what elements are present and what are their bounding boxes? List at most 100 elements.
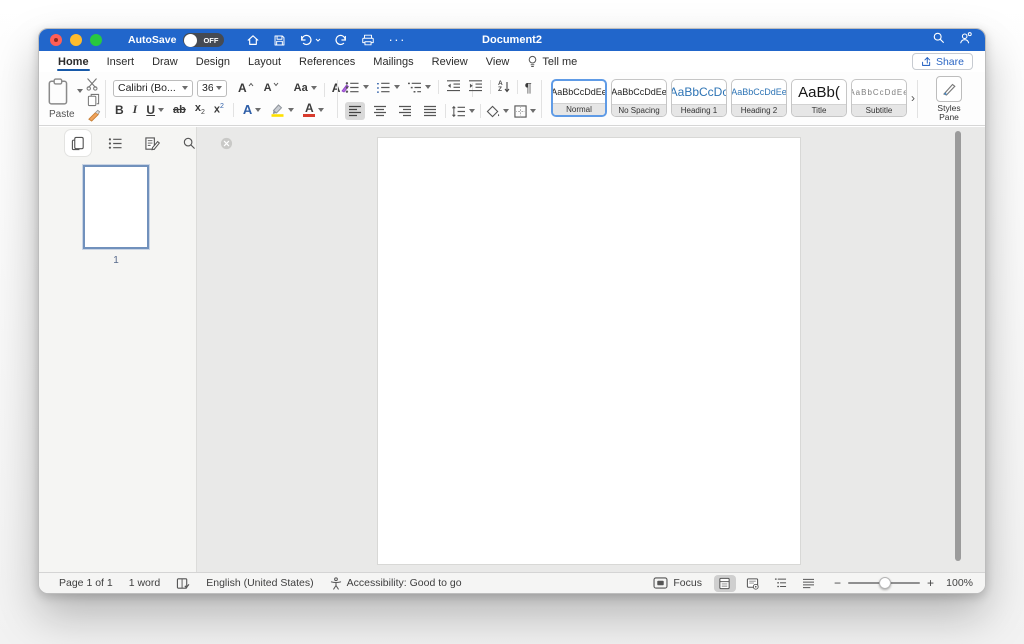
- font-name-value: Calibri (Bo...: [118, 82, 179, 94]
- more-commands-icon[interactable]: ···: [388, 35, 406, 45]
- tab-insert[interactable]: Insert: [98, 51, 144, 72]
- focus-button[interactable]: Focus: [653, 577, 702, 589]
- underline-chevron: [158, 108, 164, 112]
- print-layout-view-button[interactable]: [714, 575, 736, 592]
- tab-tell-me[interactable]: Tell me: [518, 51, 586, 72]
- draft-view-button[interactable]: [798, 575, 820, 592]
- undo-dropdown-chevron: [315, 38, 321, 43]
- page-status[interactable]: Page 1 of 1: [59, 577, 113, 589]
- undo-icon[interactable]: [299, 33, 321, 47]
- zoom-percentage[interactable]: 100%: [941, 577, 973, 589]
- style-heading-2[interactable]: AaBbCcDdEe Heading 2: [731, 79, 787, 117]
- tab-home[interactable]: Home: [49, 51, 98, 72]
- underline-button[interactable]: U: [146, 103, 164, 117]
- line-spacing-button[interactable]: [451, 105, 475, 118]
- paste-dropdown-chevron[interactable]: [77, 89, 83, 93]
- align-right-button[interactable]: [395, 102, 415, 120]
- print-icon[interactable]: [361, 33, 375, 47]
- proofing-status[interactable]: [176, 577, 190, 590]
- comments-pane-tab[interactable]: [139, 130, 165, 156]
- accessibility-status[interactable]: Accessibility: Good to go: [330, 577, 462, 590]
- share-button[interactable]: Share: [912, 53, 973, 70]
- zoom-slider[interactable]: [848, 582, 920, 584]
- outline-view-button[interactable]: [770, 575, 792, 592]
- search-icon[interactable]: [932, 31, 945, 49]
- highlight-button[interactable]: [270, 102, 294, 117]
- group-divider: [541, 80, 542, 118]
- italic-button[interactable]: I: [133, 102, 138, 117]
- format-painter-icon[interactable]: [87, 108, 101, 125]
- borders-button[interactable]: [514, 105, 536, 118]
- bold-button[interactable]: B: [115, 103, 124, 117]
- home-icon[interactable]: [246, 33, 260, 47]
- zoom-window-button[interactable]: [90, 34, 102, 46]
- style-title[interactable]: AaBb( Title: [791, 79, 847, 117]
- decrease-indent-button[interactable]: [446, 79, 461, 95]
- tab-design[interactable]: Design: [187, 51, 239, 72]
- tab-review[interactable]: Review: [423, 51, 477, 72]
- grow-font-button[interactable]: A: [235, 79, 257, 97]
- minimize-button[interactable]: [70, 34, 82, 46]
- text-effects-button[interactable]: A: [243, 102, 261, 117]
- strikethrough-button[interactable]: ab: [173, 104, 186, 116]
- font-color-button[interactable]: A: [303, 103, 324, 117]
- shading-chevron: [503, 109, 509, 113]
- style-no-spacing[interactable]: AaBbCcDdEe No Spacing: [611, 79, 667, 117]
- change-case-button[interactable]: Aa: [291, 79, 320, 97]
- shrink-font-button[interactable]: A: [261, 79, 282, 97]
- thumbnails-pane-tab[interactable]: [65, 130, 91, 156]
- bullets-button[interactable]: [345, 81, 369, 94]
- sort-arrow-icon: [504, 81, 510, 93]
- redo-icon[interactable]: [334, 33, 348, 47]
- justify-icon: [423, 105, 437, 117]
- tab-references[interactable]: References: [290, 51, 364, 72]
- titlebar: AutoSave OFF ··· Document2: [39, 29, 985, 51]
- justify-button[interactable]: [420, 102, 440, 120]
- style-normal[interactable]: AaBbCcDdEe Normal: [551, 79, 607, 117]
- tell-me-label: Tell me: [542, 56, 577, 68]
- web-layout-icon: [746, 577, 759, 590]
- language-status[interactable]: English (United States): [206, 577, 313, 589]
- shading-button[interactable]: [486, 105, 509, 118]
- zoom-in-button[interactable]: +: [927, 576, 934, 590]
- line-spacing-icon: [451, 105, 466, 118]
- ribbon: Paste Calibri (Bo... 36 A: [39, 72, 985, 126]
- subscript-button[interactable]: x2: [195, 102, 205, 116]
- zoom-out-button[interactable]: −: [834, 576, 841, 590]
- show-marks-button[interactable]: ¶: [525, 80, 532, 95]
- save-icon[interactable]: [273, 34, 286, 47]
- web-layout-view-button[interactable]: [742, 575, 764, 592]
- tab-layout[interactable]: Layout: [239, 51, 290, 72]
- increase-indent-button[interactable]: [468, 79, 483, 95]
- close-button[interactable]: [50, 34, 62, 46]
- style-heading-1[interactable]: AaBbCcDc Heading 1: [671, 79, 727, 117]
- tab-view[interactable]: View: [477, 51, 519, 72]
- styles-pane-button[interactable]: Styles Pane: [923, 76, 975, 122]
- share-contact-icon[interactable]: [959, 31, 973, 50]
- headings-pane-tab[interactable]: [102, 130, 128, 156]
- autosave-toggle[interactable]: OFF: [183, 33, 224, 47]
- cut-icon[interactable]: [85, 77, 100, 94]
- tab-draw[interactable]: Draw: [143, 51, 187, 72]
- vertical-scrollbar[interactable]: [955, 131, 961, 561]
- align-left-button[interactable]: [345, 102, 365, 120]
- paste-button[interactable]: Paste: [47, 77, 103, 123]
- numbering-button[interactable]: [376, 81, 400, 94]
- style-subtitle[interactable]: AaBbCcDdEe Subtitle: [851, 79, 907, 117]
- multilevel-list-button[interactable]: [407, 81, 431, 94]
- autosave-label: AutoSave: [128, 34, 176, 46]
- page-thumbnail[interactable]: [83, 165, 149, 249]
- close-sidebar-button[interactable]: [213, 130, 239, 156]
- tab-mailings[interactable]: Mailings: [364, 51, 422, 72]
- document-page[interactable]: [378, 138, 800, 564]
- proofing-icon: [176, 577, 190, 590]
- zoom-slider-thumb[interactable]: [879, 577, 891, 589]
- sort-button[interactable]: AZ: [498, 81, 510, 93]
- superscript-button[interactable]: x2: [214, 103, 224, 116]
- font-size-combo[interactable]: 36: [197, 80, 227, 97]
- font-name-combo[interactable]: Calibri (Bo...: [113, 80, 193, 97]
- more-styles-chevron[interactable]: ›: [911, 91, 915, 105]
- word-count[interactable]: 1 word: [129, 577, 161, 589]
- find-pane-tab[interactable]: [176, 130, 202, 156]
- align-center-button[interactable]: [370, 102, 390, 120]
